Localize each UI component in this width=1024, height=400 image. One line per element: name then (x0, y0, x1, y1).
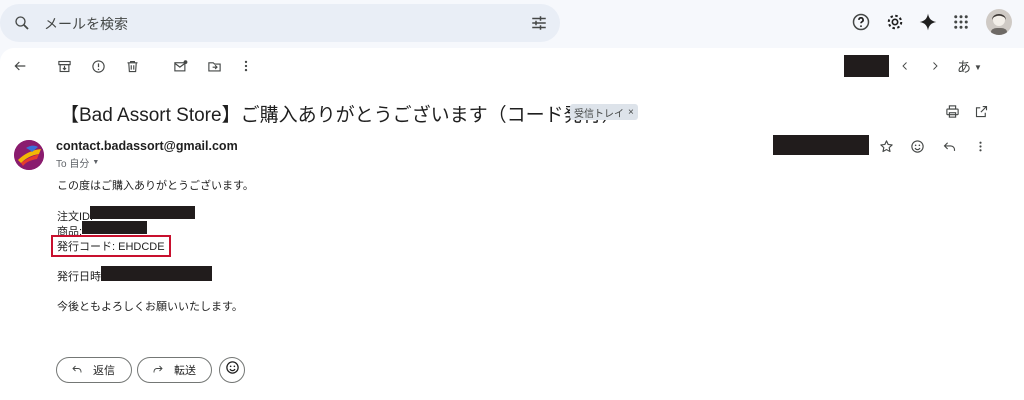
gemini-icon[interactable] (916, 10, 940, 34)
help-icon[interactable] (849, 10, 873, 34)
reply-label: 返信 (93, 365, 115, 377)
redacted-order-id (90, 206, 195, 219)
greeting-text: この度はご購入ありがとうございます。 (57, 180, 254, 192)
open-new-window-icon[interactable] (969, 99, 993, 123)
label-chip-inbox[interactable]: 受信トレイ × (570, 104, 638, 120)
chevron-down-icon: ▼ (974, 62, 982, 72)
mark-unread-icon[interactable] (168, 54, 192, 78)
tune-icon[interactable] (527, 11, 551, 35)
sender-email[interactable]: contact.badassort@gmail.com (56, 139, 238, 153)
apps-icon[interactable] (949, 10, 973, 34)
next-icon[interactable] (923, 54, 947, 78)
input-tools-button[interactable]: あ ▼ (957, 57, 982, 77)
more-icon[interactable] (234, 54, 258, 78)
emoji-reaction-button[interactable] (219, 357, 245, 383)
redacted-issue-date (101, 266, 212, 281)
archive-icon[interactable] (52, 54, 76, 78)
print-icon[interactable] (940, 99, 964, 123)
search-bar[interactable]: メールを検索 (0, 4, 560, 42)
avatar[interactable] (986, 9, 1012, 35)
recipient-details[interactable]: To 自分 ▼ (56, 155, 99, 170)
move-icon[interactable] (202, 54, 226, 78)
redacted-date (773, 135, 869, 155)
closing-text: 今後ともよろしくお願いいたします。 (57, 301, 243, 313)
reply-button[interactable]: 返信 (56, 357, 132, 383)
email-subject: 【Bad Assort Store】ご購入ありがとうございます（コード発行） (60, 105, 621, 126)
forward-button[interactable]: 転送 (137, 357, 212, 383)
label-remove-icon[interactable]: × (628, 107, 634, 118)
forward-label: 転送 (174, 365, 196, 377)
reply-icon (71, 363, 83, 378)
recipient-label: To 自分 (56, 159, 90, 170)
input-tools-label: あ (957, 59, 971, 75)
more-icon[interactable] (968, 134, 992, 158)
report-icon[interactable] (86, 54, 110, 78)
redacted-count (844, 55, 889, 77)
delete-icon[interactable] (120, 54, 144, 78)
reply-icon[interactable] (937, 134, 961, 158)
forward-icon (152, 363, 164, 378)
sender-avatar (14, 140, 44, 170)
chevron-down-icon: ▼ (92, 159, 100, 166)
search-icon[interactable] (10, 11, 34, 35)
search-input[interactable]: メールを検索 (44, 14, 128, 34)
issue-date-label: 発行日時: (57, 271, 105, 283)
redacted-product (82, 221, 147, 234)
prev-icon[interactable] (893, 54, 917, 78)
settings-icon[interactable] (883, 10, 907, 34)
label-chip-text: 受信トレイ (574, 108, 624, 120)
issued-code: 発行コード: EHDCDE (51, 235, 171, 257)
emoji-icon (225, 360, 240, 380)
back-icon[interactable] (8, 54, 32, 78)
emoji-icon[interactable] (905, 134, 929, 158)
star-icon[interactable] (874, 134, 898, 158)
